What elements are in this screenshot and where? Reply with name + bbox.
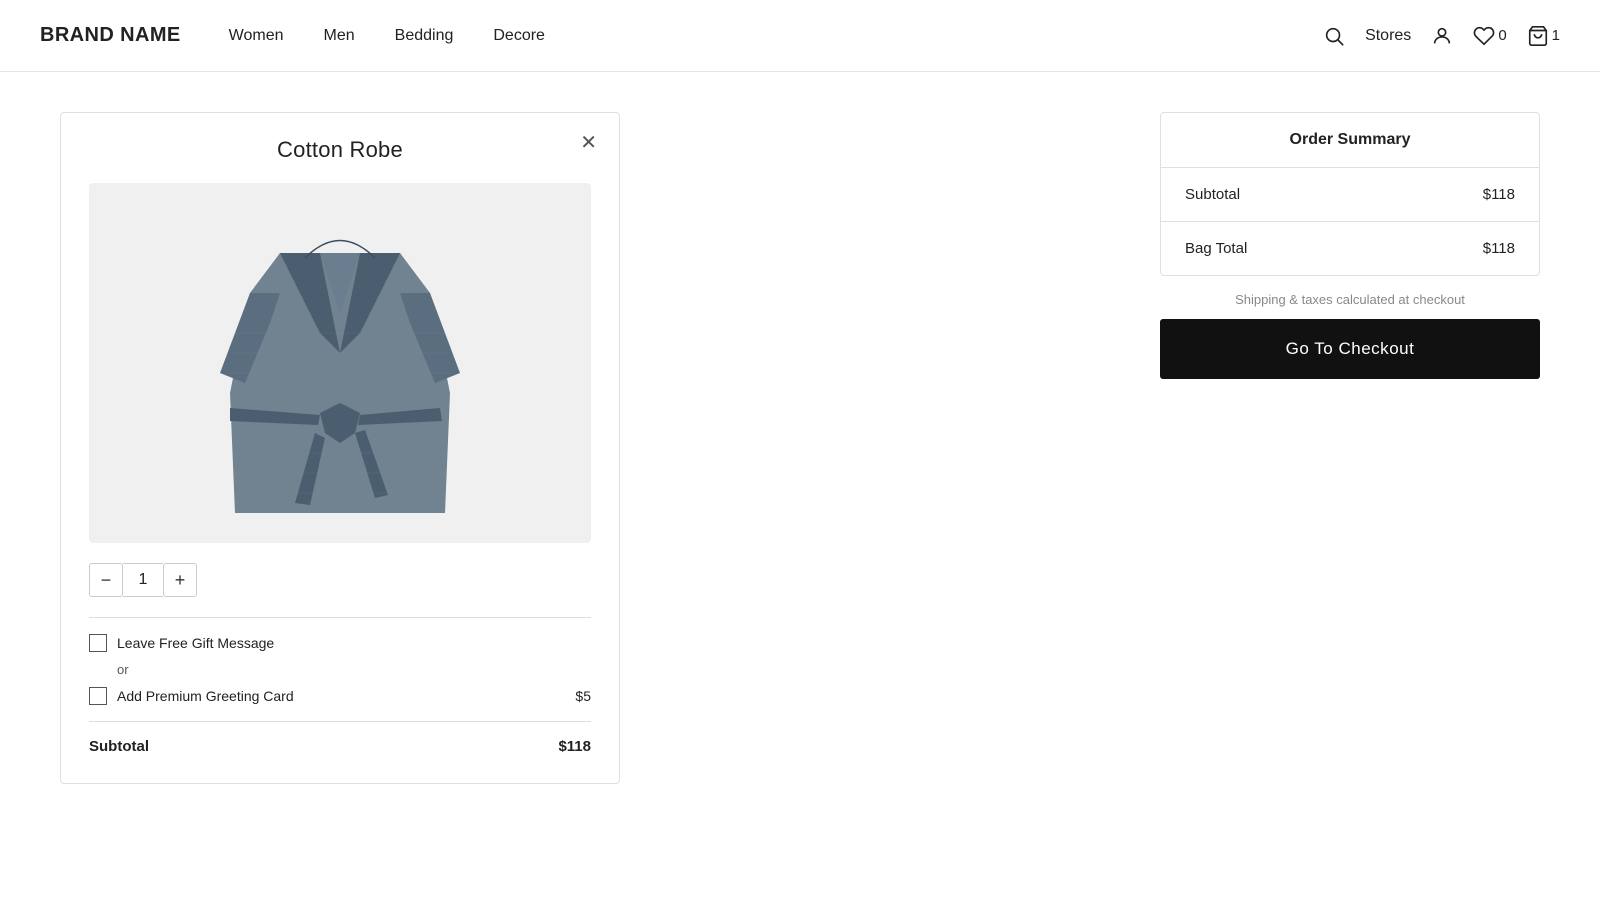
product-image bbox=[89, 183, 591, 543]
nav-bedding[interactable]: Bedding bbox=[395, 27, 454, 45]
gift-message-row: Leave Free Gift Message bbox=[89, 634, 591, 652]
header: BRAND NAME Women Men Bedding Decore Stor… bbox=[0, 0, 1600, 72]
quantity-decrease-button[interactable]: − bbox=[89, 563, 123, 597]
order-summary: Order Summary Subtotal $118 Bag Total $1… bbox=[1160, 112, 1540, 276]
greeting-card-label: Add Premium Greeting Card bbox=[117, 688, 294, 704]
summary-bag-total-row: Bag Total $118 bbox=[1161, 222, 1539, 275]
close-button[interactable]: ✕ bbox=[580, 133, 597, 153]
divider-1 bbox=[89, 617, 591, 618]
summary-subtotal-row: Subtotal $118 bbox=[1161, 168, 1539, 222]
greeting-card-price: $5 bbox=[575, 688, 591, 704]
greeting-card-row: Add Premium Greeting Card $5 bbox=[89, 687, 591, 705]
greeting-card-checkbox[interactable] bbox=[89, 687, 107, 705]
product-title: Cotton Robe bbox=[89, 137, 591, 163]
product-card: Cotton Robe ✕ bbox=[60, 112, 620, 784]
gift-message-left: Leave Free Gift Message bbox=[89, 634, 274, 652]
quantity-value: 1 bbox=[123, 563, 163, 597]
gift-message-label: Leave Free Gift Message bbox=[117, 635, 274, 651]
order-summary-title: Order Summary bbox=[1161, 113, 1539, 168]
nav-men[interactable]: Men bbox=[324, 27, 355, 45]
checkout-button[interactable]: Go To Checkout bbox=[1160, 319, 1540, 379]
main-nav: Women Men Bedding Decore bbox=[229, 27, 545, 45]
stores-link[interactable]: Stores bbox=[1365, 27, 1411, 45]
summary-subtotal-value: $118 bbox=[1483, 186, 1515, 203]
or-text: or bbox=[117, 662, 591, 677]
summary-subtotal-label: Subtotal bbox=[1185, 186, 1240, 203]
greeting-card-left: Add Premium Greeting Card bbox=[89, 687, 294, 705]
quantity-increase-button[interactable]: + bbox=[163, 563, 197, 597]
summary-bag-total-label: Bag Total bbox=[1185, 240, 1247, 257]
cart-count: 1 bbox=[1552, 27, 1560, 44]
header-right: Stores 0 1 bbox=[1323, 25, 1560, 47]
header-left: BRAND NAME Women Men Bedding Decore bbox=[40, 24, 545, 47]
right-panel: Order Summary Subtotal $118 Bag Total $1… bbox=[1160, 112, 1540, 379]
nav-women[interactable]: Women bbox=[229, 27, 284, 45]
cart-button[interactable]: 1 bbox=[1527, 25, 1560, 47]
wishlist-button[interactable]: 0 bbox=[1473, 25, 1506, 47]
search-icon[interactable] bbox=[1323, 25, 1345, 47]
robe-illustration bbox=[200, 193, 480, 533]
wishlist-count: 0 bbox=[1498, 27, 1506, 44]
divider-2 bbox=[89, 721, 591, 722]
main-content: Cotton Robe ✕ bbox=[0, 72, 1600, 824]
nav-decore[interactable]: Decore bbox=[493, 27, 545, 45]
brand-logo: BRAND NAME bbox=[40, 24, 181, 47]
gift-section: Leave Free Gift Message or Add Premium G… bbox=[89, 634, 591, 705]
card-subtotal-value: $118 bbox=[558, 738, 591, 755]
account-icon[interactable] bbox=[1431, 25, 1453, 47]
card-subtotal-label: Subtotal bbox=[89, 738, 149, 755]
summary-bag-total-value: $118 bbox=[1483, 240, 1515, 257]
quantity-row: − 1 + bbox=[89, 563, 591, 597]
gift-message-checkbox[interactable] bbox=[89, 634, 107, 652]
shipping-note: Shipping & taxes calculated at checkout bbox=[1235, 292, 1465, 307]
card-subtotal-row: Subtotal $118 bbox=[89, 738, 591, 755]
